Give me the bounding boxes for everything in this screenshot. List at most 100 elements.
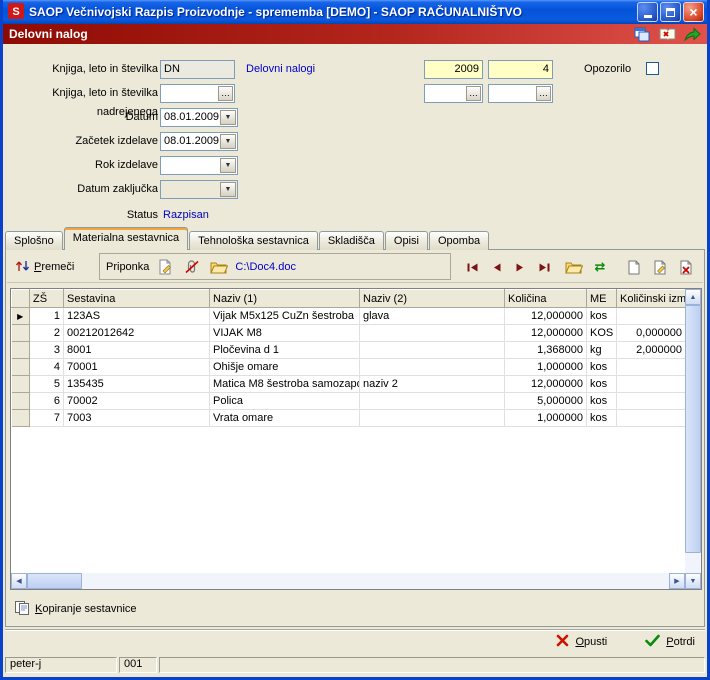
kopiranje-sestavnice-button[interactable]: Kopiranje sestavnice: [12, 597, 139, 621]
last-record-button[interactable]: [533, 256, 555, 278]
nadrejeni-label: Knjiga, leto in številka nadrejenega: [5, 84, 158, 103]
tab-opisi[interactable]: Opisi: [385, 231, 428, 250]
form-title: Delovni nalog: [9, 27, 88, 41]
delovni-nalogi-link[interactable]: Delovni nalogi: [246, 63, 315, 75]
table-cell: 2: [30, 325, 64, 342]
column-header[interactable]: ZŠ: [30, 290, 64, 308]
row-marker: [12, 325, 30, 342]
divider: [5, 629, 705, 631]
detach-attachment-icon[interactable]: [181, 256, 203, 277]
tab-strip: SplošnoMaterialna sestavnicaTehnološka s…: [5, 227, 490, 249]
rok-dropdown-icon[interactable]: ▼: [220, 158, 236, 173]
table-row[interactable]: 5135435Matica M8 šestroba samozapornanaz…: [12, 376, 686, 393]
tab-content-panel: Premeči Priponka C:\Doc4.doc: [5, 249, 705, 627]
tab-materialna-sestavnica[interactable]: Materialna sestavnica: [64, 227, 188, 250]
hscroll-thumb[interactable]: [27, 573, 82, 589]
scroll-right-icon[interactable]: ▶: [669, 573, 685, 589]
datum-combo[interactable]: 08.01.2009 ▼: [160, 108, 238, 127]
nadrejeni-stevilka-field[interactable]: …: [488, 84, 553, 103]
column-header[interactable]: Naziv (2): [360, 290, 505, 308]
table-row[interactable]: 470001Ohišje omare1,000000kos: [12, 359, 686, 376]
horizontal-scrollbar[interactable]: ◀ ▶: [11, 573, 685, 589]
column-header[interactable]: Količina: [505, 290, 587, 308]
column-header[interactable]: Sestavina: [64, 290, 210, 308]
close-button[interactable]: ×: [683, 2, 704, 22]
table-cell: 70001: [64, 359, 210, 376]
tab-opomba[interactable]: Opomba: [429, 231, 489, 250]
leto-field[interactable]: 2009: [424, 60, 483, 79]
transfer-button[interactable]: ⇄: [589, 256, 611, 278]
open-attachment-folder-icon[interactable]: [208, 256, 230, 277]
prev-record-icon: [492, 263, 501, 272]
edit-row-button[interactable]: [649, 256, 671, 278]
rok-combo[interactable]: ▼: [160, 156, 238, 175]
table-cell: 70002: [64, 393, 210, 410]
row-marker: [12, 342, 30, 359]
scroll-down-icon[interactable]: ▼: [685, 573, 701, 589]
zacetek-dropdown-icon[interactable]: ▼: [220, 134, 236, 149]
table-cell: 1,000000: [505, 359, 587, 376]
table-row[interactable]: 38001Pločevina d 11,368000kg2,000000: [12, 342, 686, 359]
minimize-button[interactable]: [637, 2, 658, 22]
table-row[interactable]: ▶1123ASVijak M5x125 CuZn šestrobaglava12…: [12, 308, 686, 325]
nadrejeni-field[interactable]: …: [160, 84, 235, 103]
nadrejeni-stevilka-lookup-button[interactable]: …: [536, 86, 551, 101]
table-cell: 7: [30, 410, 64, 427]
table-cell: 5: [30, 376, 64, 393]
tab-splošno[interactable]: Splošno: [5, 231, 63, 250]
delete-row-button[interactable]: [675, 256, 697, 278]
column-header[interactable]: Količinski izme: [617, 290, 686, 308]
prev-record-button[interactable]: [485, 256, 507, 278]
close-form-icon[interactable]: [658, 26, 676, 42]
opusti-label: Opusti: [575, 636, 607, 648]
table-cell: [360, 393, 505, 410]
nadrejeni-leto-field[interactable]: …: [424, 84, 483, 103]
edit-attachment-icon[interactable]: [154, 256, 176, 277]
new-row-button[interactable]: [623, 256, 645, 278]
edit-row-icon: [653, 260, 667, 275]
potrdi-button[interactable]: Potrdi: [645, 634, 695, 650]
table-cell: glava: [360, 308, 505, 325]
import-button[interactable]: [563, 256, 585, 278]
maximize-button[interactable]: [660, 2, 681, 22]
table-cell: [360, 410, 505, 427]
table-row[interactable]: 200212012642VIJAK M812,000000KOS0,000000: [12, 325, 686, 342]
table-row[interactable]: 670002Polica5,000000kos: [12, 393, 686, 410]
knjiga-field[interactable]: DN: [160, 60, 235, 79]
table-cell: 135435: [64, 376, 210, 393]
attachment-link[interactable]: C:\Doc4.doc: [235, 261, 296, 273]
datum-dropdown-icon[interactable]: ▼: [220, 110, 236, 125]
tab-skladišča[interactable]: Skladišča: [319, 231, 384, 250]
marker-column-header: [12, 290, 30, 308]
first-record-button[interactable]: [461, 256, 483, 278]
column-header[interactable]: ME: [587, 290, 617, 308]
status-value: Razpisan: [163, 209, 209, 221]
premeci-button[interactable]: Premeči: [11, 255, 78, 279]
vscroll-thumb[interactable]: [685, 305, 701, 553]
row-marker: [12, 410, 30, 427]
nadrejeni-leto-lookup-button[interactable]: …: [466, 86, 481, 101]
copy-form-icon[interactable]: [633, 26, 651, 42]
opozorilo-checkbox[interactable]: [646, 62, 659, 75]
scroll-left-icon[interactable]: ◀: [11, 573, 27, 589]
nadrejeni-lookup-button[interactable]: …: [218, 86, 233, 101]
table-row[interactable]: 77003Vrata omare1,000000kos: [12, 410, 686, 427]
table-cell: Ohišje omare: [210, 359, 360, 376]
row-marker: ▶: [12, 308, 30, 325]
grid-body: ▶1123ASVijak M5x125 CuZn šestrobaglava12…: [12, 308, 686, 427]
confirm-icon: [645, 634, 660, 650]
form-header-bar: Delovni nalog: [3, 24, 707, 44]
opusti-button[interactable]: Opusti: [556, 634, 607, 650]
table-cell: [360, 325, 505, 342]
zacetek-label: Začetek izdelave: [5, 132, 158, 151]
scroll-up-icon[interactable]: ▲: [685, 289, 701, 305]
table-cell: naziv 2: [360, 376, 505, 393]
stevilka-field[interactable]: 4: [488, 60, 553, 79]
exit-icon[interactable]: [683, 26, 701, 42]
next-record-button[interactable]: [509, 256, 531, 278]
zacetek-combo[interactable]: 08.01.2009 ▼: [160, 132, 238, 151]
tab-tehnološka-sestavnica[interactable]: Tehnološka sestavnica: [189, 231, 318, 250]
vertical-scrollbar[interactable]: ▲ ▼: [685, 289, 701, 589]
svg-text:S: S: [12, 6, 19, 18]
column-header[interactable]: Naziv (1): [210, 290, 360, 308]
